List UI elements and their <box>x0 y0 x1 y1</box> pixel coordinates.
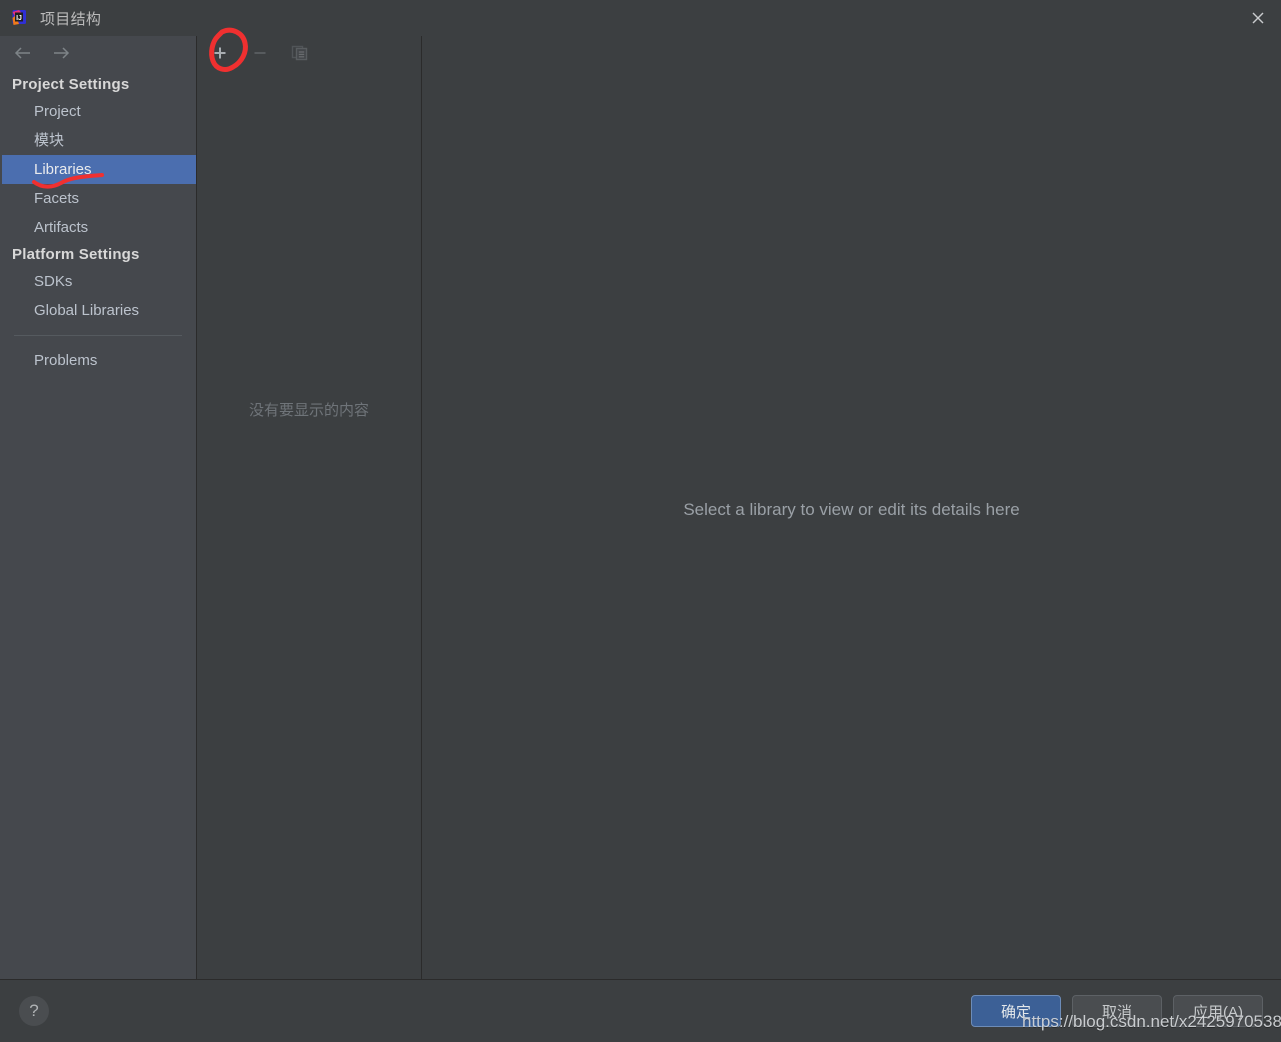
navigate-forward-button[interactable] <box>50 42 72 64</box>
svg-text:IJ: IJ <box>16 15 22 22</box>
sidebar-item-facets[interactable]: Facets <box>0 184 196 213</box>
dialog-footer: ? 确定 取消 应用(A) <box>0 980 1281 1042</box>
dialog-titlebar: IJ 项目结构 <box>0 0 1281 36</box>
dialog-title: 项目结构 <box>40 10 102 28</box>
watermark-text: https://blog.csdn.net/x2425970538 <box>1022 1012 1281 1031</box>
minus-icon <box>254 52 266 54</box>
remove-library-button[interactable] <box>247 40 273 66</box>
intellij-idea-logo-icon: IJ <box>10 9 28 27</box>
dialog-body: Project Settings Project 模块 Libraries Fa… <box>0 36 1281 980</box>
arrow-right-icon <box>54 47 70 59</box>
library-details-placeholder: Select a library to view or edit its det… <box>683 500 1020 519</box>
sidebar-item-global-libraries[interactable]: Global Libraries <box>0 296 196 325</box>
libraries-list-panel: 没有要显示的内容 <box>197 36 422 979</box>
libraries-empty-message: 没有要显示的内容 <box>248 402 369 419</box>
add-library-button[interactable] <box>207 40 233 66</box>
settings-sidebar: Project Settings Project 模块 Libraries Fa… <box>0 36 197 979</box>
sidebar-item-libraries[interactable]: Libraries <box>2 155 196 184</box>
sidebar-navigation-bar <box>0 36 196 70</box>
close-icon <box>1252 12 1264 24</box>
libraries-toolbar <box>197 36 421 70</box>
sidebar-group-title-project-settings: Project Settings <box>12 76 130 93</box>
library-details-panel: Select a library to view or edit its det… <box>422 36 1281 979</box>
libraries-empty-area: 没有要显示的内容 <box>197 70 421 979</box>
sidebar-item-problems[interactable]: Problems <box>0 346 196 375</box>
sidebar-group-title-platform-settings: Platform Settings <box>12 246 140 263</box>
sidebar-item-modules[interactable]: 模块 <box>0 126 196 155</box>
navigate-back-button[interactable] <box>12 42 34 64</box>
plus-icon <box>214 47 226 59</box>
close-window-button[interactable] <box>1235 0 1281 36</box>
sidebar-divider <box>14 335 182 336</box>
help-button[interactable]: ? <box>19 996 49 1026</box>
arrow-left-icon <box>14 47 30 59</box>
sidebar-item-artifacts[interactable]: Artifacts <box>0 213 196 242</box>
sidebar-item-sdks[interactable]: SDKs <box>0 267 196 296</box>
settings-category-list: Project Settings Project 模块 Libraries Fa… <box>0 70 196 375</box>
project-structure-dialog: IJ 项目结构 Project Settings Project 模块 Libr… <box>0 0 1281 1042</box>
copy-icon <box>291 45 308 61</box>
copy-library-button[interactable] <box>287 40 313 66</box>
sidebar-item-project[interactable]: Project <box>0 97 196 126</box>
